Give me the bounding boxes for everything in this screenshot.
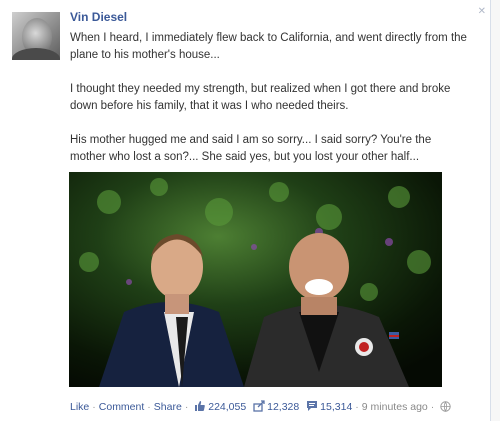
post-text: When I heard, I immediately flew back to… <box>70 30 470 183</box>
author-avatar[interactable] <box>12 12 60 60</box>
share-icon[interactable] <box>253 400 265 415</box>
close-icon[interactable]: ✕ <box>478 6 486 17</box>
post-paragraph-1: When I heard, I immediately flew back to… <box>70 32 467 61</box>
comments-count[interactable]: 15,314 <box>320 401 352 413</box>
timestamp-link[interactable]: 9 minutes ago <box>362 401 428 413</box>
post-photo[interactable] <box>69 172 442 387</box>
separator-dot: · <box>184 401 189 413</box>
shares-count[interactable]: 12,328 <box>267 401 299 413</box>
separator-dot: · <box>92 401 96 413</box>
comment-link[interactable]: Comment <box>99 401 145 413</box>
avatar-shoulder-shape <box>12 48 60 60</box>
author-name-link[interactable]: Vin Diesel <box>70 10 127 24</box>
scrollbar-edge <box>490 0 500 421</box>
globe-icon <box>440 401 451 415</box>
photo-illustration <box>69 172 442 387</box>
separator-dot: · <box>430 401 435 413</box>
separator-dot: · <box>355 401 359 413</box>
thumbs-up-icon[interactable] <box>194 400 206 415</box>
post-action-bar: Like · Comment · Share · 224,055 12,328 15,31… <box>70 400 453 415</box>
comment-bubble-icon[interactable] <box>306 400 318 415</box>
post-paragraph-2: I thought they needed my strength, but r… <box>70 83 451 112</box>
like-link[interactable]: Like <box>70 401 89 413</box>
likes-count[interactable]: 224,055 <box>208 401 246 413</box>
post-paragraph-3: His mother hugged me and said I am so so… <box>70 134 432 163</box>
share-link[interactable]: Share <box>154 401 182 413</box>
separator-dot: · <box>147 401 151 413</box>
